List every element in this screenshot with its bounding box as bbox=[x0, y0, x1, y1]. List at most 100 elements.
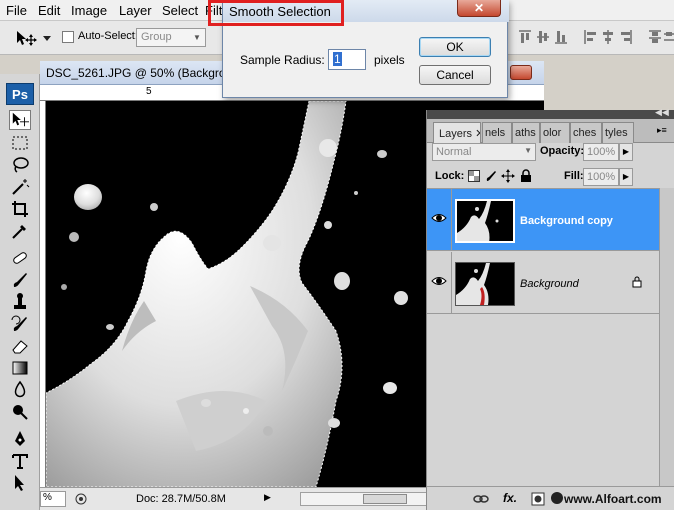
path-selection-tool-icon[interactable] bbox=[9, 473, 31, 493]
chevron-down-icon: ▼ bbox=[524, 146, 532, 155]
eye-icon[interactable] bbox=[431, 274, 447, 288]
sample-radius-input[interactable]: 1 bbox=[328, 49, 366, 70]
eraser-tool-icon[interactable] bbox=[9, 336, 31, 356]
blur-tool-icon[interactable] bbox=[9, 380, 31, 400]
layer-name: Background bbox=[520, 278, 579, 290]
align-right-icon[interactable] bbox=[619, 29, 633, 45]
lock-label: Lock: bbox=[435, 170, 465, 182]
crop-tool-icon[interactable] bbox=[9, 199, 31, 219]
layers-panel-tabs: Layers ✕ nels aths olor ches tyles ▸≡ bbox=[427, 119, 674, 143]
layers-scrollbar[interactable] bbox=[659, 188, 674, 486]
layers-panel: ◀◀ Layers ✕ nels aths olor ches tyles ▸≡… bbox=[426, 107, 674, 510]
tab-layers[interactable]: Layers ✕ bbox=[433, 122, 481, 143]
align-vcenter-icon[interactable] bbox=[536, 29, 550, 45]
eyedropper-tool-icon[interactable] bbox=[9, 221, 31, 241]
tab-color[interactable]: olor bbox=[540, 122, 570, 143]
watermark: www.Alfoart.com bbox=[564, 492, 662, 506]
document-title: DSC_5261.JPG @ 50% (Background bbox=[46, 66, 246, 80]
menu-edit[interactable]: Edit bbox=[38, 3, 60, 18]
layer-row-background-copy[interactable]: Background copy bbox=[427, 189, 659, 251]
status-icon[interactable] bbox=[74, 492, 88, 506]
layer-mask-icon[interactable] bbox=[531, 492, 545, 506]
ruler-label: 5 bbox=[146, 86, 152, 97]
distribute-top-icon[interactable] bbox=[648, 29, 662, 45]
zoom-field[interactable]: % bbox=[40, 491, 66, 507]
scrollbar-thumb[interactable] bbox=[363, 494, 407, 504]
layer-name: Background copy bbox=[520, 215, 613, 227]
layer-list: Background copy Background bbox=[427, 188, 674, 486]
lasso-tool-icon[interactable] bbox=[9, 155, 31, 175]
opacity-input[interactable]: 100% bbox=[583, 143, 619, 161]
history-brush-tool-icon[interactable] bbox=[9, 314, 31, 334]
layer-divider bbox=[451, 252, 452, 314]
opacity-label: Opacity: bbox=[540, 145, 585, 157]
auto-select-target-select[interactable]: Group ▼ bbox=[136, 28, 206, 47]
menu-file[interactable]: File bbox=[6, 3, 27, 18]
sample-radius-value: 1 bbox=[333, 52, 342, 66]
move-tool-icon[interactable] bbox=[9, 110, 31, 130]
fill-label: Fill: bbox=[564, 170, 584, 182]
eye-icon[interactable] bbox=[431, 211, 447, 225]
panel-menu-icon[interactable]: ▸≡ bbox=[657, 125, 667, 136]
adjustment-layer-icon[interactable] bbox=[551, 492, 563, 504]
pixels-unit-label: pixels bbox=[374, 53, 405, 67]
lock-position-icon[interactable] bbox=[501, 169, 515, 183]
lock-transparent-icon[interactable] bbox=[468, 170, 480, 182]
layer-thumbnail-image bbox=[456, 263, 490, 305]
opacity-slider-arrow-icon[interactable]: ▶ bbox=[619, 143, 633, 161]
tab-styles[interactable]: tyles bbox=[602, 122, 634, 143]
document-info: Doc: 28.7M/50.8M bbox=[136, 493, 226, 505]
layer-thumbnail bbox=[455, 262, 515, 306]
marquee-tool-icon[interactable] bbox=[9, 133, 31, 153]
pen-tool-icon[interactable] bbox=[9, 429, 31, 449]
collapse-icon[interactable]: ◀◀ bbox=[655, 107, 669, 118]
layers-footer: fx. www.Alfoart.com bbox=[427, 486, 674, 510]
type-tool-icon[interactable] bbox=[9, 451, 31, 471]
tab-paths[interactable]: aths bbox=[512, 122, 540, 143]
tab-channels[interactable]: nels bbox=[482, 122, 512, 143]
panel-header[interactable]: ◀◀ bbox=[427, 107, 674, 119]
dodge-tool-icon[interactable] bbox=[9, 402, 31, 422]
chevron-down-icon: ▼ bbox=[193, 33, 201, 42]
tools-panel: Ps bbox=[0, 74, 40, 510]
fill-slider-arrow-icon[interactable]: ▶ bbox=[619, 168, 633, 186]
auto-select-label: Auto-Select: bbox=[78, 30, 138, 42]
ps-logo: Ps bbox=[6, 83, 34, 105]
move-tool-preset-icon[interactable] bbox=[14, 29, 38, 47]
sample-radius-label: Sample Radius: bbox=[240, 53, 325, 67]
brush-tool-icon[interactable] bbox=[9, 270, 31, 290]
cancel-button[interactable]: Cancel bbox=[419, 65, 491, 85]
tab-swatches[interactable]: ches bbox=[570, 122, 602, 143]
link-layers-icon[interactable] bbox=[473, 494, 489, 504]
ok-button[interactable]: OK bbox=[419, 37, 491, 57]
lock-pixels-icon[interactable] bbox=[485, 169, 497, 183]
healing-brush-tool-icon[interactable] bbox=[9, 248, 31, 268]
lock-all-icon[interactable] bbox=[520, 169, 532, 183]
layer-thumbnail bbox=[455, 199, 515, 243]
layer-row-background[interactable]: Background bbox=[427, 252, 659, 314]
highlight-box bbox=[208, 0, 344, 26]
magic-wand-tool-icon[interactable] bbox=[9, 177, 31, 197]
group-select-value: Group bbox=[141, 31, 172, 43]
align-hcenter-icon[interactable] bbox=[601, 29, 615, 45]
fill-input[interactable]: 100% bbox=[583, 168, 619, 186]
align-top-icon[interactable] bbox=[518, 29, 532, 45]
menu-layer[interactable]: Layer bbox=[119, 3, 152, 18]
layer-thumbnail-image bbox=[457, 201, 499, 241]
layer-divider bbox=[451, 189, 452, 251]
chevron-down-icon[interactable] bbox=[42, 35, 52, 43]
layer-style-icon[interactable]: fx. bbox=[503, 491, 517, 505]
blend-mode-select[interactable]: Normal ▼ bbox=[432, 143, 536, 161]
auto-select-checkbox[interactable] bbox=[62, 31, 74, 43]
dialog-close-button[interactable]: ✕ bbox=[457, 0, 501, 17]
status-menu-arrow-icon[interactable]: ▶ bbox=[264, 492, 271, 503]
menu-image[interactable]: Image bbox=[71, 3, 107, 18]
align-bottom-icon[interactable] bbox=[554, 29, 568, 45]
clone-stamp-tool-icon[interactable] bbox=[9, 292, 31, 312]
lock-icon bbox=[632, 276, 642, 288]
distribute-vcenter-icon[interactable] bbox=[664, 29, 674, 45]
menu-select[interactable]: Select bbox=[162, 3, 198, 18]
document-close-button[interactable] bbox=[510, 65, 532, 80]
gradient-tool-icon[interactable] bbox=[9, 358, 31, 378]
align-left-icon[interactable] bbox=[583, 29, 597, 45]
